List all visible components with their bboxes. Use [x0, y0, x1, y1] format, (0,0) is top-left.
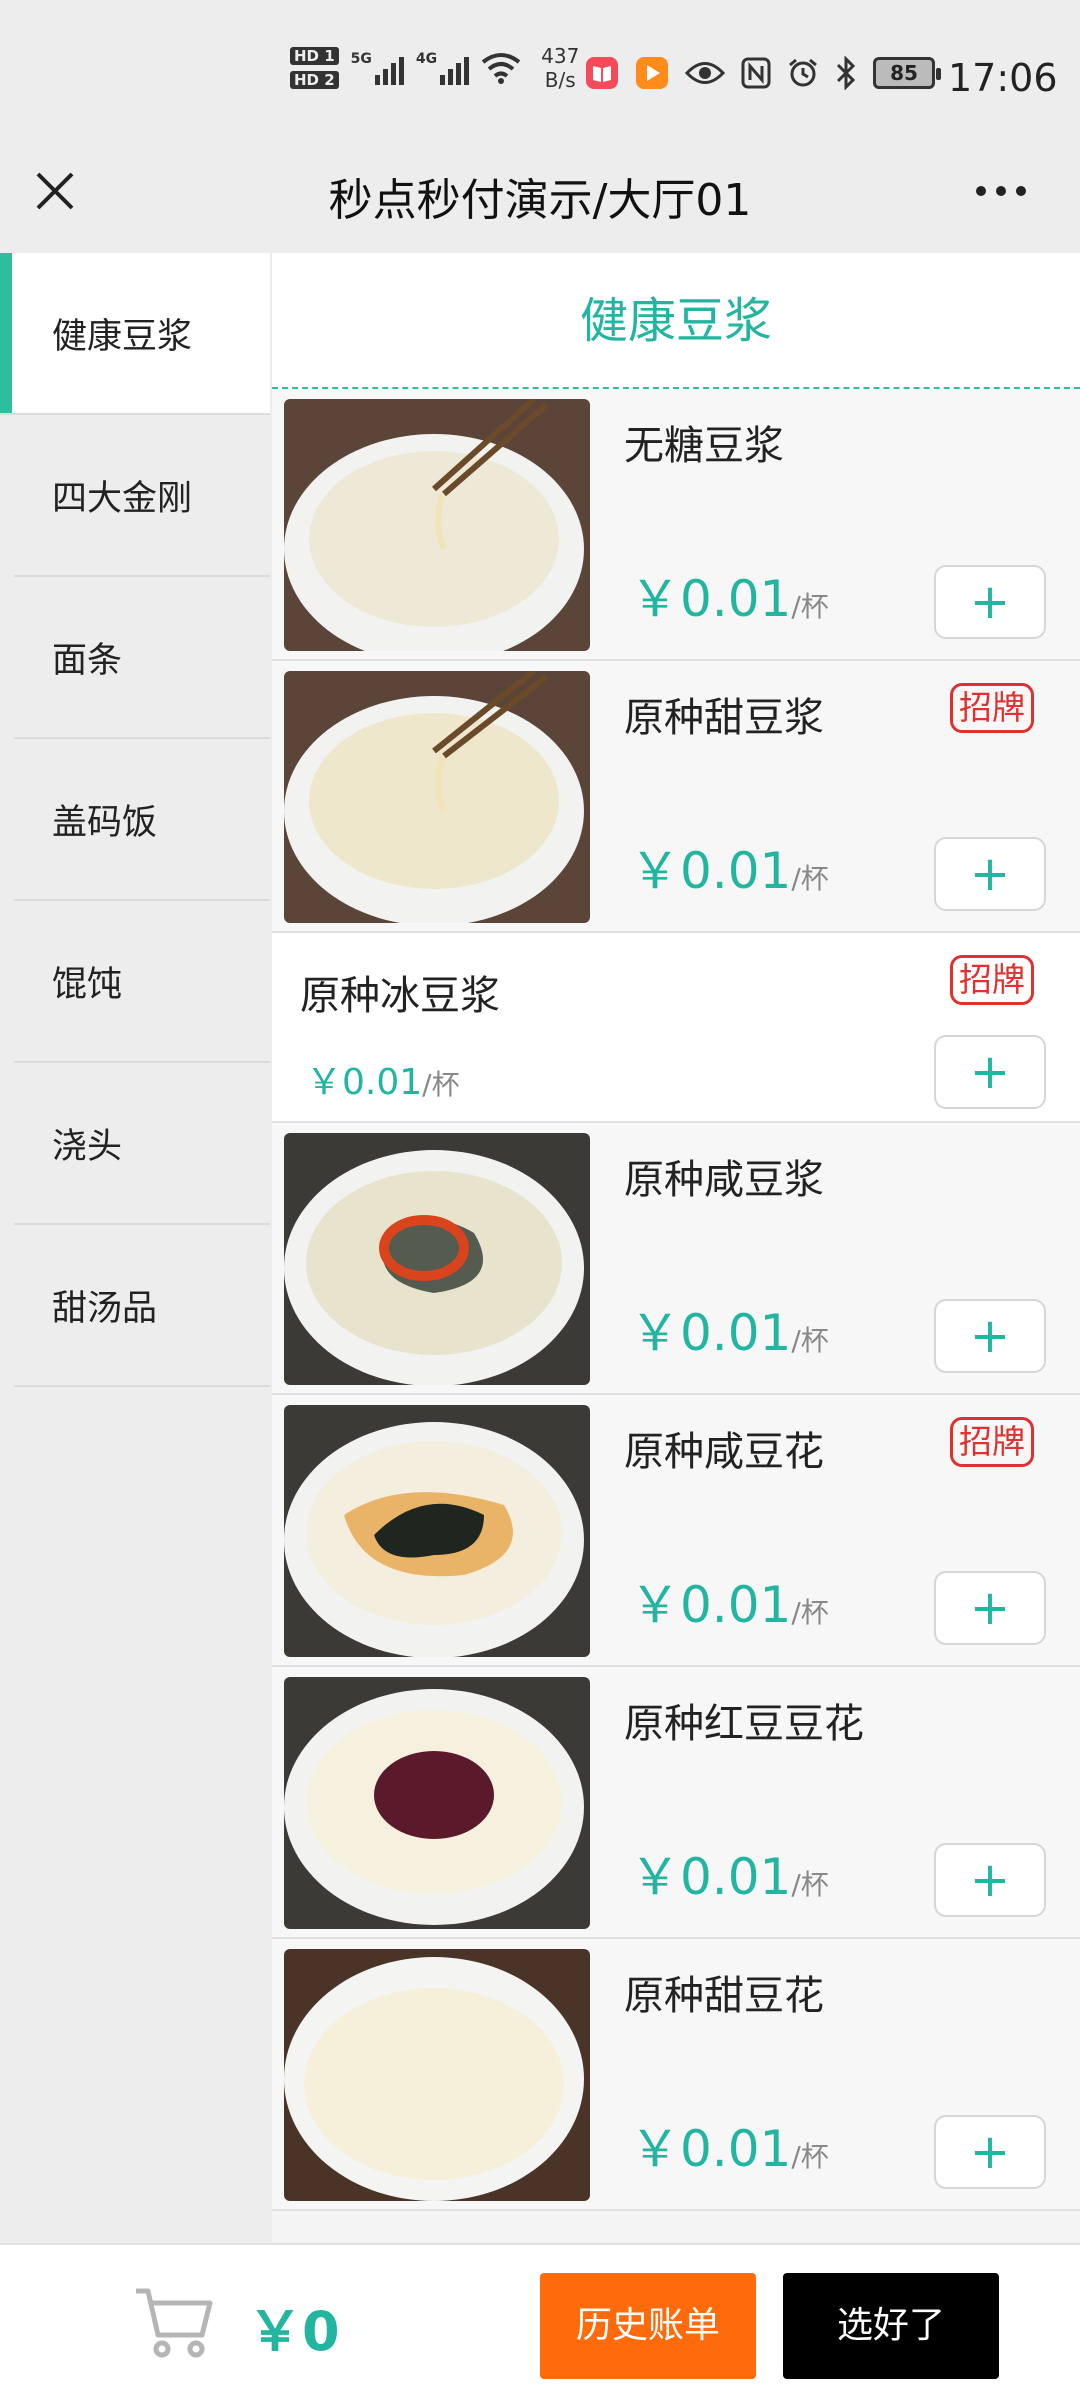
network-speed: 437 B/s	[541, 44, 579, 92]
section-title: 健康豆浆	[272, 253, 1080, 389]
menu-item: 无糖豆浆 ￥0.01/杯 +	[272, 389, 1080, 661]
category-item-rice-bowls[interactable]: 盖码饭	[14, 739, 270, 901]
category-item-noodles[interactable]: 面条	[14, 577, 270, 739]
menu-item: 原种甜豆浆 招牌 ￥0.01/杯 +	[272, 661, 1080, 933]
signal-icon-1: 5G	[351, 51, 404, 85]
checkout-button[interactable]: 选好了	[783, 2273, 999, 2379]
item-price: ￥0.01/杯	[306, 1062, 460, 1103]
speed-unit: B/s	[544, 68, 576, 92]
hd1-label: HD 1	[290, 47, 339, 65]
add-to-cart-button[interactable]: +	[934, 2115, 1046, 2189]
more-options-icon[interactable]	[976, 186, 1026, 196]
eye-icon	[685, 62, 725, 84]
item-name: 原种咸豆花	[624, 1429, 824, 1475]
status-left: HD 1 HD 2 5G 4G 437 B/s	[290, 44, 579, 92]
item-name: 原种冰豆浆	[300, 973, 500, 1019]
signature-badge: 招牌	[950, 955, 1034, 1005]
item-price: ￥0.01/杯	[630, 1576, 829, 1634]
item-price: ￥0.01/杯	[630, 570, 829, 628]
sweet-soy-milk-image	[284, 671, 590, 923]
signal-2-label: 4G	[415, 51, 438, 67]
speed-value: 437	[541, 44, 580, 68]
hd-indicators: HD 1 HD 2	[290, 47, 339, 89]
item-price: ￥0.01/杯	[630, 842, 829, 900]
savory-soy-milk-image	[284, 1133, 590, 1385]
add-to-cart-button[interactable]: +	[934, 565, 1046, 639]
status-icons: 85	[585, 56, 941, 90]
alarm-icon	[789, 58, 817, 87]
signature-badge: 招牌	[950, 683, 1034, 733]
item-name: 无糖豆浆	[624, 423, 784, 469]
menu-item: 原种甜豆花 ￥0.01/杯 +	[272, 1939, 1080, 2211]
category-item-healthy-soy-milk[interactable]: 健康豆浆	[0, 253, 270, 415]
item-price: ￥0.01/杯	[630, 1848, 829, 1906]
menu-item: 原种红豆豆花 ￥0.01/杯 +	[272, 1667, 1080, 1939]
bluetooth-icon	[836, 56, 856, 90]
add-to-cart-button[interactable]: +	[934, 1843, 1046, 1917]
play-app-icon	[636, 57, 668, 89]
clock: 17:06	[948, 56, 1058, 100]
book-app-icon	[586, 57, 618, 89]
plain-soy-milk-image	[284, 399, 590, 651]
savory-tofu-pudding-image	[284, 1405, 590, 1657]
category-item-toppings[interactable]: 浇头	[14, 1063, 270, 1225]
page-title: 秒点秒付演示/大厅01	[328, 175, 752, 226]
item-name: 原种红豆豆花	[624, 1701, 864, 1747]
category-item-sweet-soups[interactable]: 甜汤品	[14, 1225, 270, 1387]
menu-item: 原种冰豆浆 招牌 ￥0.01/杯 +	[272, 933, 1080, 1123]
item-price: ￥0.01/杯	[630, 2120, 829, 2178]
add-to-cart-button[interactable]: +	[934, 1299, 1046, 1373]
item-name: 原种甜豆浆	[624, 695, 824, 741]
item-price: ￥0.01/杯	[630, 1304, 829, 1362]
item-name: 原种甜豆花	[624, 1973, 824, 2019]
red-bean-tofu-pudding-image	[284, 1677, 590, 1929]
sweet-tofu-pudding-image	[284, 1949, 590, 2201]
menu-list: 健康豆浆 无糖豆浆 ￥0.01/杯 + 原种甜豆浆 招牌 ￥0.01/杯 + 原…	[272, 253, 1080, 2243]
status-bar: HD 1 HD 2 5G 4G 437 B/s 85 17:06	[0, 0, 1080, 140]
menu-item: 原种咸豆浆 ￥0.01/杯 +	[272, 1123, 1080, 1395]
hd2-label: HD 2	[290, 71, 339, 89]
signal-1-label: 5G	[350, 51, 372, 67]
category-item-wontons[interactable]: 馄饨	[14, 901, 270, 1063]
item-name: 原种咸豆浆	[624, 1157, 824, 1203]
cart-icon[interactable]	[134, 2285, 214, 2359]
add-to-cart-button[interactable]: +	[934, 1571, 1046, 1645]
signal-icon-2: 4G	[415, 51, 470, 85]
category-item-four-kings[interactable]: 四大金刚	[14, 415, 270, 577]
signature-badge: 招牌	[950, 1417, 1034, 1467]
nav-bar: 秒点秒付演示/大厅01	[0, 140, 1080, 253]
battery-icon: 85	[873, 57, 941, 89]
add-to-cart-button[interactable]: +	[934, 837, 1046, 911]
cart-total: ￥0	[248, 2300, 340, 2363]
category-sidebar: 健康豆浆 四大金刚 面条 盖码饭 馄饨 浇头 甜汤品	[0, 253, 270, 2243]
history-bill-button[interactable]: 历史账单	[540, 2273, 756, 2379]
add-to-cart-button[interactable]: +	[934, 1035, 1046, 1109]
cart-bar: ￥0 历史账单 选好了	[0, 2243, 1080, 2400]
wifi-icon	[481, 53, 521, 84]
nfc-icon	[741, 57, 771, 89]
menu-item: 原种咸豆花 招牌 ￥0.01/杯 +	[272, 1395, 1080, 1667]
